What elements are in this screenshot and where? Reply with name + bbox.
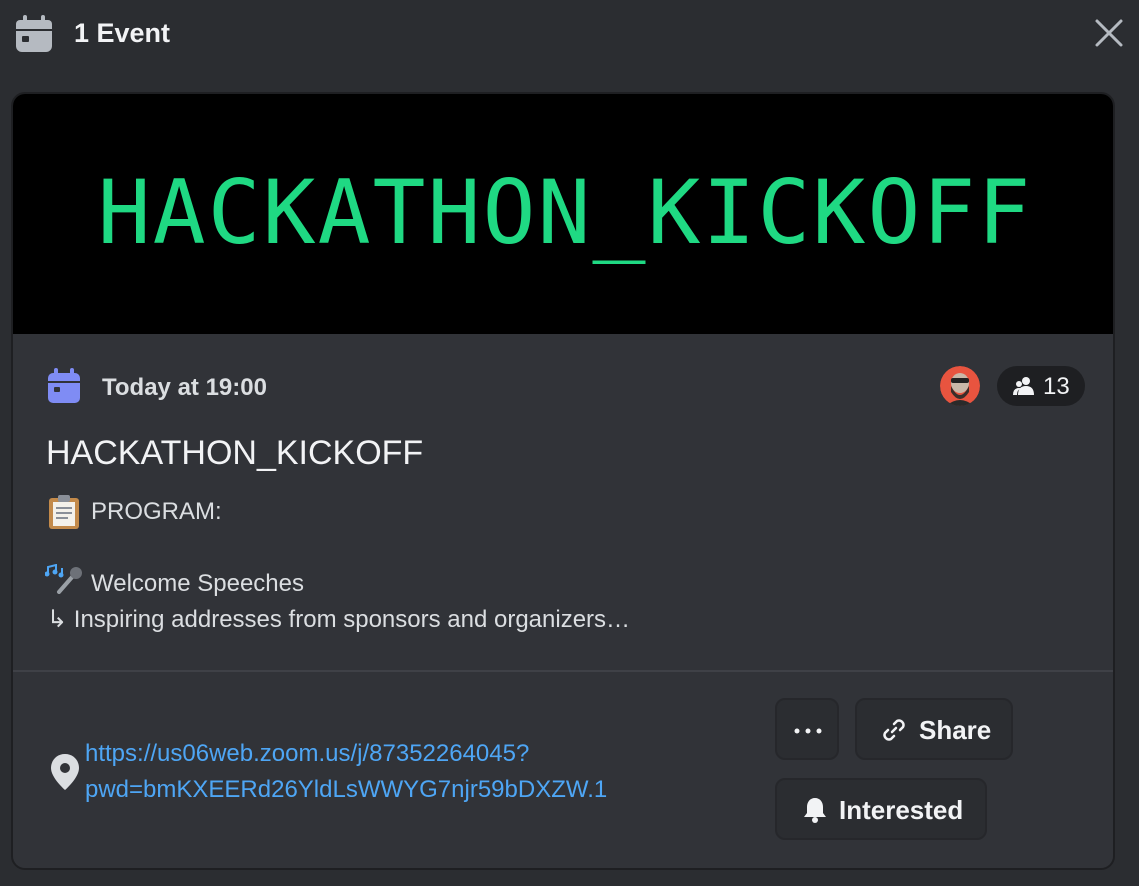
interested-label: Interested: [839, 795, 964, 825]
event-footer: https://us06web.zoom.us/j/87352264045? p…: [13, 670, 1113, 868]
zoom-link-line1[interactable]: https://us06web.zoom.us/j/87352264045?: [85, 736, 645, 772]
more-options-button[interactable]: [775, 698, 839, 760]
people-icon: [1013, 377, 1034, 395]
zoom-link-line2[interactable]: pwd=bmKXEERd26YldLsWWYG7njr59bDXZW.1: [85, 772, 645, 808]
description-addresses: ↳ Inspiring addresses from sponsors and …: [47, 606, 631, 633]
modal-title: 1 Event: [74, 18, 171, 48]
close-icon[interactable]: [1092, 16, 1126, 50]
zoom-link[interactable]: https://us06web.zoom.us/j/87352264045? p…: [85, 736, 645, 808]
description-program: PROGRAM:: [91, 498, 222, 525]
event-date: Today at 19:00: [102, 374, 267, 401]
banner-text: HACKATHON_KICKOFF: [97, 160, 1033, 264]
event-date-icon: [48, 368, 80, 403]
bell-icon: [804, 798, 826, 823]
location-pin-icon: [51, 754, 79, 790]
event-card[interactable]: HACKATHON_KICKOFF Today at 19:00 13 HACK…: [11, 92, 1115, 870]
modal-header: 1 Event: [0, 0, 1139, 72]
share-label: Share: [919, 715, 992, 745]
interested-count: 13: [1043, 373, 1070, 400]
interested-count-badge[interactable]: 13: [997, 366, 1085, 406]
event-banner: HACKATHON_KICKOFF: [13, 94, 1113, 334]
share-button[interactable]: Share: [855, 698, 1013, 760]
calendar-icon: [16, 15, 52, 52]
event-info: Today at 19:00 13 HACKATHON_KICKOFF PROG…: [13, 334, 1113, 670]
microphone-notes-icon: [45, 564, 82, 594]
clipboard-icon: [49, 495, 79, 529]
more-icon: [794, 728, 822, 734]
avatar[interactable]: [940, 366, 980, 406]
description-welcome: Welcome Speeches: [91, 570, 304, 597]
link-icon: [883, 719, 905, 741]
event-title: HACKATHON_KICKOFF: [46, 434, 424, 472]
interested-button[interactable]: Interested: [775, 778, 987, 840]
